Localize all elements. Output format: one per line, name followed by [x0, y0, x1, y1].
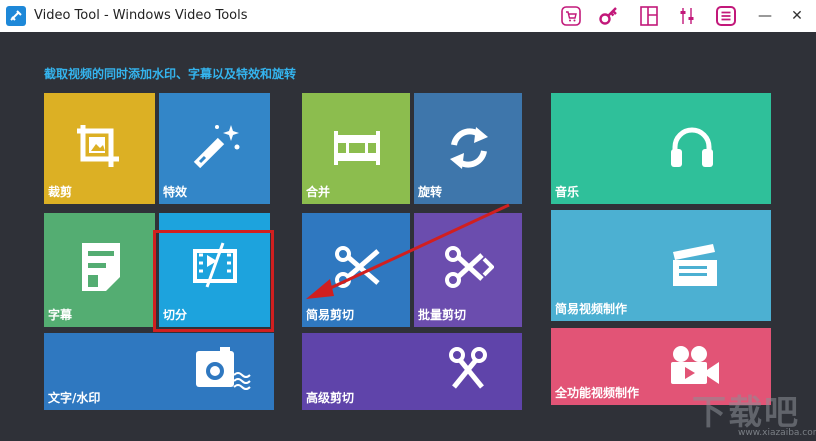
annotation-arrow	[306, 203, 510, 299]
site-watermark: 下载吧	[692, 393, 800, 433]
site-watermark-url: www.xiazaiba.com	[738, 428, 816, 438]
